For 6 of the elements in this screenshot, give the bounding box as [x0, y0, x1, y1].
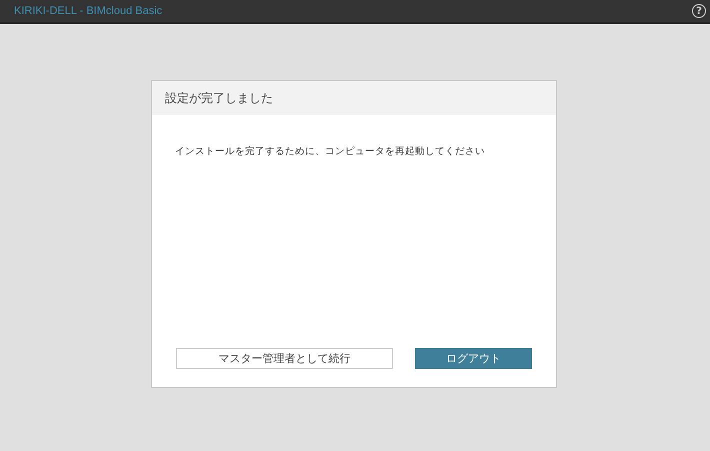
logout-button[interactable]: ログアウト — [415, 348, 532, 369]
dialog-message: インストールを完了するために、コンピュータを再起動してください — [175, 146, 485, 157]
dialog-title: 設定が完了しました — [152, 81, 556, 115]
window-title: KIRIKI-DELL - BIMcloud Basic — [14, 5, 162, 17]
help-button[interactable]: ? — [692, 4, 706, 18]
continue-button[interactable]: マスター管理者として続行 — [176, 348, 393, 369]
